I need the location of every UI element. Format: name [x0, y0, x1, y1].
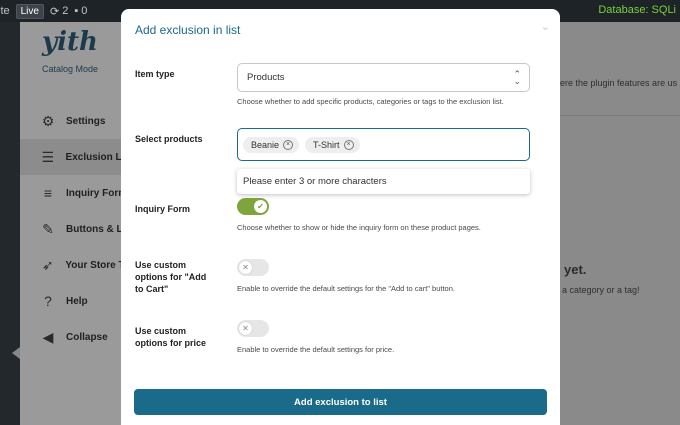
plugin-logo: yith: [42, 27, 98, 57]
x-icon: ✕: [239, 322, 252, 335]
chevron-updown-icon: ⌃ ⌄: [513, 69, 521, 86]
nav-help[interactable]: ? Help: [20, 283, 130, 319]
form-icon: ≡: [43, 185, 53, 201]
comment-icon: ▪: [74, 5, 79, 17]
nav-inquiry-form[interactable]: ≡ Inquiry Form: [20, 175, 130, 211]
tag-label: Beanie: [251, 139, 280, 150]
inquiry-form-help: Choose whether to show or hide the inqui…: [237, 223, 481, 232]
item-type-select[interactable]: Products ⌃ ⌄: [237, 63, 530, 92]
custom-add-to-cart-toggle[interactable]: ✕: [237, 259, 269, 276]
label-line: Use custom: [135, 260, 187, 270]
nav-collapse[interactable]: ◀ Collapse: [20, 319, 130, 355]
item-type-label: Item type: [135, 69, 175, 79]
label-line: Use custom: [135, 326, 187, 336]
intro-text: ere the plugin features are us: [560, 78, 678, 88]
close-icon[interactable]: ⌄: [541, 20, 550, 33]
product-tag: T-Shirt ×: [305, 136, 360, 153]
label-line: to Cart": [135, 284, 169, 294]
nav-label: Settings: [66, 115, 106, 127]
custom-price-help: Enable to override the default settings …: [237, 345, 395, 354]
empty-state-title: yet.: [564, 262, 587, 277]
item-type-help: Choose whether to add specific products,…: [237, 97, 504, 106]
empty-state-text: a category or a tag!: [562, 285, 640, 295]
tag-label: T-Shirt: [313, 139, 340, 150]
select-products-label: Select products: [135, 134, 203, 144]
refresh-icon: ⟳: [49, 5, 60, 18]
database-indicator: Database: SQLi: [598, 4, 676, 16]
custom-add-to-cart-label: Use custom options for "Add to Cart": [135, 259, 206, 295]
plugin-panel: yith Catalog Mode ⚙ Settings ☰ Exclusion…: [20, 22, 130, 425]
list-icon: ☰: [41, 148, 55, 165]
modal-title: Add exclusion in list: [135, 23, 241, 37]
x-icon: ✕: [239, 261, 252, 274]
admin-sidebar: [0, 22, 20, 425]
custom-add-to-cart-help: Enable to override the default settings …: [237, 284, 455, 293]
nav-store-tools[interactable]: ➶ Your Store To: [20, 247, 130, 283]
divider: [560, 115, 680, 116]
plugin-subtitle: Catalog Mode: [42, 64, 99, 74]
gear-icon: ⚙: [41, 112, 55, 129]
product-tag: Beanie ×: [243, 136, 300, 153]
updates-link[interactable]: ⟳ 2: [50, 5, 68, 18]
remove-tag-icon[interactable]: ×: [283, 139, 294, 150]
nav-settings[interactable]: ⚙ Settings: [20, 103, 130, 139]
updates-count: 2: [62, 5, 69, 17]
label-line: options for price: [135, 338, 207, 348]
label-line: options for "Add: [135, 272, 207, 282]
item-type-value: Products: [247, 72, 285, 83]
help-icon: ?: [44, 293, 52, 309]
search-suggestion-dropdown: Please enter 3 or more characters: [237, 169, 530, 194]
nav-label: Help: [66, 295, 88, 307]
custom-price-label: Use custom options for price: [135, 325, 206, 349]
inquiry-form-label: Inquiry Form: [135, 204, 191, 214]
nav-exclusion-list[interactable]: ☰ Exclusion Lis: [20, 139, 130, 175]
nav-label: Collapse: [66, 331, 108, 343]
brush-icon: ✎: [42, 220, 54, 237]
site-name-link[interactable]: ite: [0, 5, 10, 17]
add-exclusion-button[interactable]: Add exclusion to list: [134, 389, 547, 415]
main-content-background: ere the plugin features are us yet. a ca…: [560, 22, 680, 425]
suggestion-message: Please enter 3 or more characters: [243, 176, 387, 187]
active-menu-indicator: [12, 347, 20, 359]
remove-tag-icon[interactable]: ×: [343, 139, 354, 150]
inquiry-form-toggle[interactable]: ✔: [237, 198, 269, 215]
rocket-icon: ➶: [41, 256, 54, 273]
add-exclusion-modal: Add exclusion in list ⌄ Item type Produc…: [121, 9, 560, 425]
products-search-input[interactable]: Beanie × T-Shirt ×: [237, 128, 530, 161]
custom-price-toggle[interactable]: ✕: [237, 320, 269, 337]
nav-label: Inquiry Form: [66, 187, 128, 199]
comments-count: 0: [81, 5, 88, 17]
collapse-icon: ◀: [42, 328, 54, 345]
nav-label: Buttons & La: [66, 223, 129, 235]
check-icon: ✔: [254, 200, 267, 213]
live-badge: Live: [15, 3, 44, 19]
comments-link[interactable]: ▪ 0: [74, 5, 87, 17]
nav-buttons-labels[interactable]: ✎ Buttons & La: [20, 211, 130, 247]
